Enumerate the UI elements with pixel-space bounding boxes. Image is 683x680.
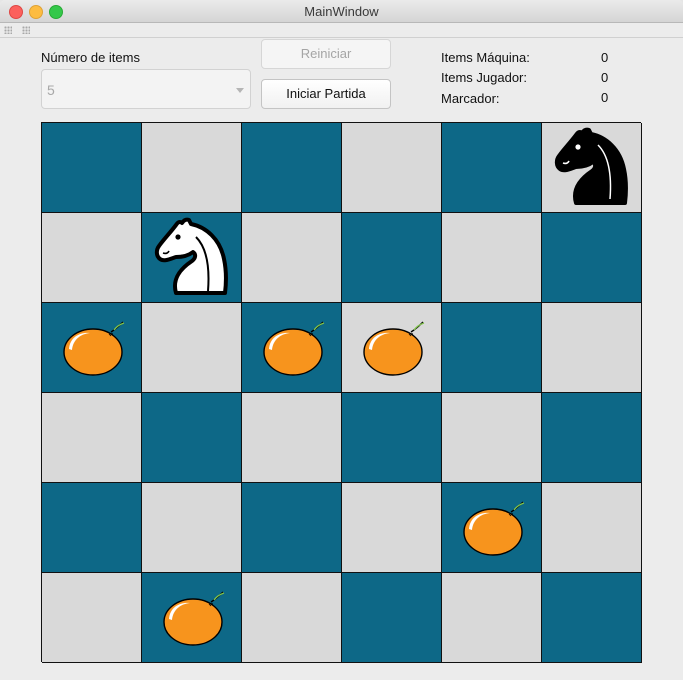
board-cell-r5-c1[interactable] [142, 573, 242, 663]
board-cell-r0-c3[interactable] [342, 123, 442, 213]
board-cell-r3-c0[interactable] [42, 393, 142, 483]
start-game-button[interactable]: Iniciar Partida [261, 79, 391, 109]
board-cell-r3-c5[interactable] [542, 393, 642, 483]
board-cell-r4-c1[interactable] [142, 483, 242, 573]
board-cell-r1-c5[interactable] [542, 213, 642, 303]
orange-item-icon [42, 303, 141, 392]
player-items-label: Items Jugador: [441, 70, 527, 85]
title-bar[interactable]: MainWindow [0, 0, 683, 23]
toolbar-grip-icon[interactable] [4, 26, 12, 34]
board-cell-r1-c4[interactable] [442, 213, 542, 303]
board-cell-r4-c0[interactable] [42, 483, 142, 573]
board-cell-r1-c1[interactable] [142, 213, 242, 303]
white-knight-icon[interactable] [142, 213, 241, 302]
player-items-value: 0 [601, 70, 609, 85]
board-cell-r0-c5[interactable] [542, 123, 642, 213]
board-cell-r0-c4[interactable] [442, 123, 542, 213]
board-cell-r3-c4[interactable] [442, 393, 542, 483]
restart-button[interactable]: Reiniciar [261, 39, 391, 69]
machine-items-label: Items Máquina: [441, 50, 530, 65]
board-cell-r2-c1[interactable] [142, 303, 242, 393]
game-board [41, 122, 642, 663]
toolbar-strip [0, 23, 683, 38]
items-count-label: Número de items [41, 50, 140, 65]
board-cell-r3-c3[interactable] [342, 393, 442, 483]
board-cell-r4-c3[interactable] [342, 483, 442, 573]
board-cell-r0-c0[interactable] [42, 123, 142, 213]
board-cell-r4-c4[interactable] [442, 483, 542, 573]
board-cell-r5-c2[interactable] [242, 573, 342, 663]
board-cell-r1-c3[interactable] [342, 213, 442, 303]
items-count-value: 5 [47, 82, 55, 98]
orange-item-icon [142, 573, 241, 662]
score-label: Marcador: [441, 91, 500, 106]
black-knight-icon[interactable] [542, 123, 641, 212]
board-cell-r5-c0[interactable] [42, 573, 142, 663]
orange-item-icon [342, 303, 441, 392]
board-cell-r1-c0[interactable] [42, 213, 142, 303]
items-count-select[interactable]: 5 [41, 69, 251, 109]
board-cell-r0-c2[interactable] [242, 123, 342, 213]
board-cell-r1-c2[interactable] [242, 213, 342, 303]
board-cell-r5-c4[interactable] [442, 573, 542, 663]
board-cell-r5-c5[interactable] [542, 573, 642, 663]
board-cell-r4-c2[interactable] [242, 483, 342, 573]
board-cell-r0-c1[interactable] [142, 123, 242, 213]
chevron-down-icon [236, 88, 244, 93]
toolbar-grip-icon[interactable] [22, 26, 30, 34]
board-cell-r2-c0[interactable] [42, 303, 142, 393]
machine-items-value: 0 [601, 50, 609, 65]
board-cell-r2-c2[interactable] [242, 303, 342, 393]
board-cell-r2-c5[interactable] [542, 303, 642, 393]
board-cell-r4-c5[interactable] [542, 483, 642, 573]
board-cell-r3-c2[interactable] [242, 393, 342, 483]
board-cell-r2-c4[interactable] [442, 303, 542, 393]
main-window: MainWindow Número de items 5 Reiniciar I… [0, 0, 683, 680]
orange-item-icon [442, 483, 541, 572]
board-cell-r3-c1[interactable] [142, 393, 242, 483]
window-title: MainWindow [304, 4, 379, 19]
score-value: 0 [601, 90, 609, 105]
orange-item-icon [242, 303, 341, 392]
board-cell-r5-c3[interactable] [342, 573, 442, 663]
board-cell-r2-c3[interactable] [342, 303, 442, 393]
